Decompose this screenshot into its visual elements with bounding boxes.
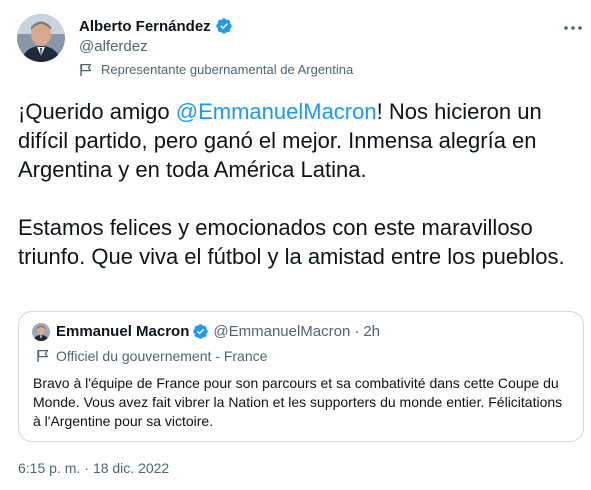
government-label[interactable]: Representante gubernamental de Argentina — [79, 62, 353, 77]
quoted-tweet[interactable]: Emmanuel Macron @EmmanuelMacron · 2h Off… — [18, 311, 584, 442]
quoted-author-handle[interactable]: @EmmanuelMacron — [213, 323, 350, 340]
author-name-row[interactable]: Alberto Fernández — [79, 17, 233, 35]
verified-badge-icon — [215, 17, 233, 35]
quoted-author-name[interactable]: Emmanuel Macron — [56, 323, 189, 340]
quoted-government-label-text: Officiel du gouvernement - France — [56, 348, 268, 364]
tweet-paragraph-2: Estamos felices y emocionados con este m… — [18, 215, 565, 269]
flag-icon — [36, 349, 50, 363]
quoted-author-avatar[interactable] — [32, 323, 50, 341]
tweet-date[interactable]: 18 dic. 2022 — [93, 460, 169, 476]
more-horizontal-icon[interactable] — [561, 18, 585, 38]
tweet-text: ¡Querido amigo @EmmanuelMacron! Nos hici… — [18, 97, 578, 271]
tweet-text-intro: ¡Querido amigo — [18, 99, 176, 124]
quoted-timestamp[interactable]: 2h — [363, 323, 380, 340]
tweet-paragraph-1: ¡Querido amigo @EmmanuelMacron! Nos hici… — [18, 97, 578, 184]
mention-link[interactable]: @EmmanuelMacron — [176, 99, 377, 124]
quoted-government-label[interactable]: Officiel du gouvernement - France — [36, 348, 267, 364]
quoted-separator: · — [354, 323, 360, 340]
government-label-text: Representante gubernamental de Argentina — [101, 62, 354, 77]
timestamp-separator: · — [84, 460, 89, 476]
tweet-time[interactable]: 6:15 p. m. — [18, 460, 80, 476]
tweet-timestamp[interactable]: 6:15 p. m. · 18 dic. 2022 — [18, 460, 169, 476]
author-avatar[interactable] — [17, 14, 65, 62]
author-handle[interactable]: @alferdez — [79, 38, 148, 55]
quoted-tweet-text: Bravo à l'équipe de France pour son parc… — [33, 375, 563, 429]
flag-icon — [79, 63, 93, 77]
author-name[interactable]: Alberto Fernández — [79, 18, 211, 35]
verified-badge-icon — [192, 323, 209, 340]
tweet: Alberto Fernández @alferdez Representant… — [0, 0, 591, 490]
quoted-header: Emmanuel Macron @EmmanuelMacron · 2h — [56, 323, 380, 340]
